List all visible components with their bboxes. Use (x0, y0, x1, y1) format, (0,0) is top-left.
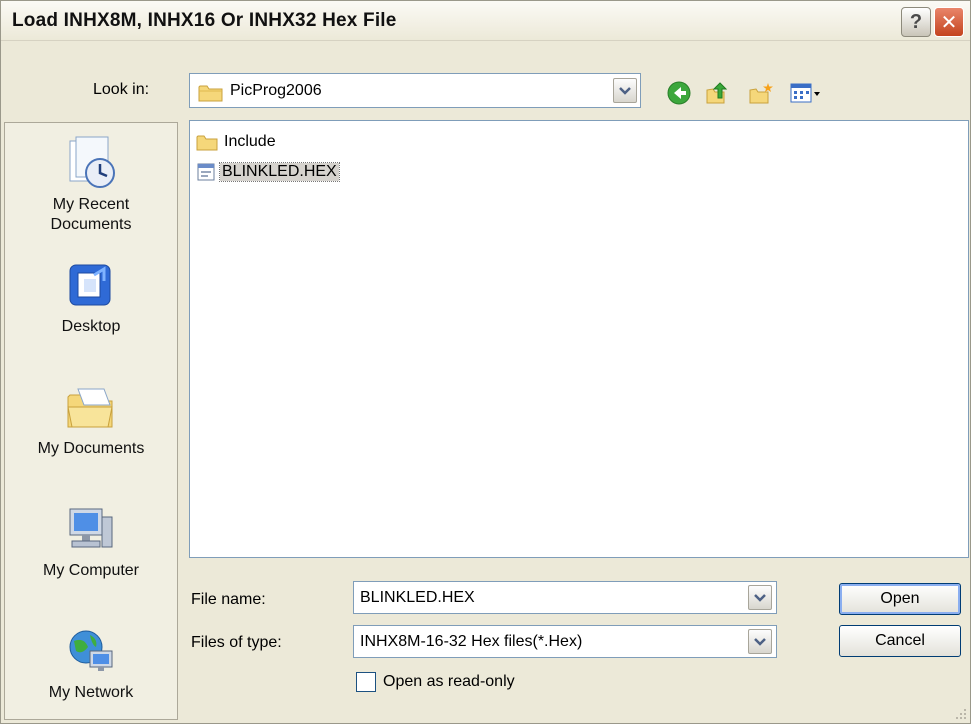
place-label: My Documents (37, 440, 145, 457)
place-label: Documents (50, 216, 132, 233)
lookin-label: Look in: (93, 81, 150, 98)
filetype-dropdown-arrow[interactable] (748, 629, 772, 654)
views-menu-icon (790, 83, 820, 103)
new-folder-button[interactable] (748, 80, 774, 111)
place-my-network[interactable]: My Network (5, 625, 177, 703)
back-button[interactable] (666, 80, 692, 111)
open-button[interactable]: Open (839, 583, 961, 615)
chevron-down-icon (754, 593, 766, 602)
list-item[interactable]: Include (196, 131, 278, 153)
lookin-dropdown[interactable]: PicProg2006 (189, 73, 641, 108)
resize-grip-icon[interactable] (953, 706, 967, 720)
readonly-checkbox[interactable] (356, 672, 376, 692)
place-my-computer[interactable]: My Computer (5, 503, 177, 581)
place-label: My Network (48, 684, 134, 701)
place-label: My Recent (52, 196, 130, 213)
lookin-dropdown-arrow[interactable] (613, 78, 637, 103)
place-label: My Computer (42, 562, 140, 579)
close-button[interactable]: ✕ (934, 7, 964, 37)
place-desktop[interactable]: Desktop (5, 259, 177, 337)
help-icon: ? (909, 10, 923, 33)
up-folder-icon (706, 82, 728, 104)
cancel-button[interactable]: Cancel (839, 625, 961, 657)
lookin-value: PicProg2006 (230, 82, 322, 99)
back-icon (667, 81, 691, 105)
cancel-button-label: Cancel (875, 632, 925, 649)
desktop-icon (69, 264, 111, 306)
my-network-icon (69, 630, 113, 671)
place-my-documents[interactable]: My Documents (5, 381, 177, 459)
places-bar: My Recent Documents Desktop My Documents (4, 122, 178, 720)
place-label: Desktop (61, 318, 121, 335)
close-icon: ✕ (940, 11, 958, 34)
new-folder-icon (749, 83, 773, 104)
up-folder-button[interactable] (704, 80, 730, 111)
folder-icon (196, 135, 218, 151)
filename-value: BLINKLED.HEX (360, 589, 475, 606)
filetype-value: INHX8M-16-32 Hex files(*.Hex) (360, 633, 583, 650)
chevron-down-icon (619, 86, 631, 95)
readonly-label: Open as read-only (383, 673, 515, 690)
filename-field[interactable]: BLINKLED.HEX (353, 581, 777, 614)
file-name: Include (224, 133, 276, 150)
filename-dropdown-arrow[interactable] (748, 585, 772, 610)
views-menu-button[interactable] (790, 80, 822, 111)
hex-file-icon (197, 163, 215, 181)
filetype-label: Files of type: (191, 634, 282, 651)
folder-icon (198, 85, 223, 102)
recent-documents-icon (69, 136, 115, 188)
open-file-dialog: Load INHX8M, INHX16 Or INHX32 Hex File ?… (0, 0, 971, 724)
file-list[interactable]: Include BLINKLED.HEX (189, 120, 969, 558)
chevron-down-icon (754, 637, 766, 646)
filetype-dropdown[interactable]: INHX8M-16-32 Hex files(*.Hex) (353, 625, 777, 658)
place-recent-documents[interactable]: My Recent Documents (5, 135, 177, 235)
dialog-title: Load INHX8M, INHX16 Or INHX32 Hex File (12, 10, 397, 31)
my-documents-icon (67, 388, 113, 428)
my-computer-icon (69, 508, 113, 548)
open-button-label: Open (880, 590, 920, 607)
title-bar[interactable]: Load INHX8M, INHX16 Or INHX32 Hex File ?… (1, 1, 970, 41)
help-button[interactable]: ? (901, 7, 931, 37)
list-item[interactable]: BLINKLED.HEX (196, 161, 340, 183)
file-name: BLINKLED.HEX (219, 162, 340, 182)
filename-label: File name: (191, 591, 266, 608)
